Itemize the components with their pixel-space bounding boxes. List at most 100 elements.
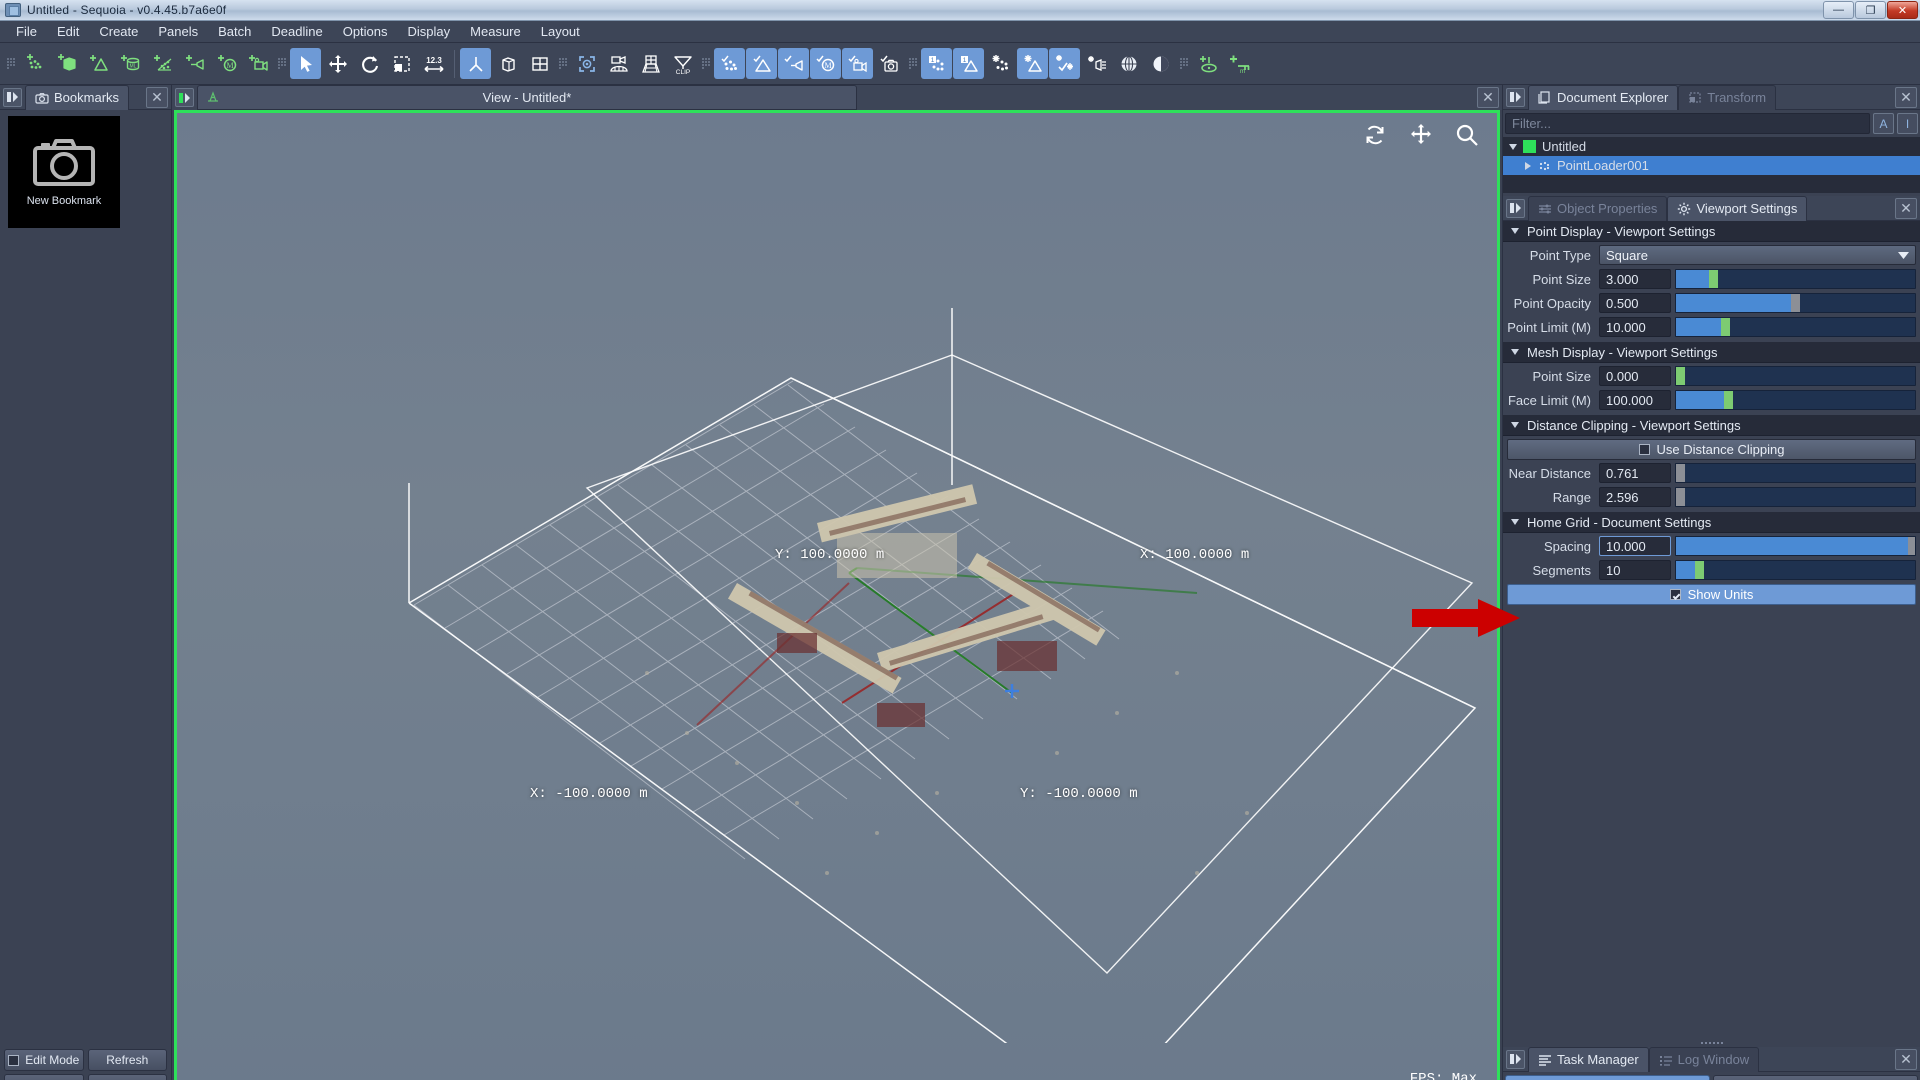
menu-item-measure[interactable]: Measure <box>460 22 531 41</box>
show-units-checkbox[interactable] <box>1669 589 1681 600</box>
near-distance-input[interactable]: 0.761 <box>1599 463 1671 483</box>
display-light-icon[interactable] <box>778 48 809 79</box>
star-check-icon[interactable] <box>1049 48 1080 79</box>
close-button[interactable]: ✕ <box>1887 1 1918 19</box>
point-limit-slider[interactable] <box>1675 317 1916 337</box>
menu-item-layout[interactable]: Layout <box>531 22 590 41</box>
tab-bookmarks[interactable]: Bookmarks <box>25 84 130 110</box>
select-arrow-icon[interactable] <box>290 48 321 79</box>
segments-slider[interactable] <box>1675 560 1916 580</box>
menu-item-create[interactable]: Create <box>89 22 148 41</box>
explorer-dock-toggle-icon[interactable] <box>1506 87 1525 107</box>
tab-log-window[interactable]: Log Window <box>1648 1046 1760 1072</box>
toolbar-grip-6[interactable] <box>1180 51 1188 77</box>
dock-toggle-icon[interactable] <box>3 87 22 107</box>
clip-icon[interactable]: CLIP <box>667 48 698 79</box>
perspective-grid-icon[interactable] <box>635 48 666 79</box>
add-marker-icon[interactable] <box>1192 48 1223 79</box>
section-distance-clipping[interactable]: Distance Clipping - Viewport Settings <box>1503 415 1920 436</box>
section-mesh-display[interactable]: Mesh Display - Viewport Settings <box>1503 342 1920 363</box>
face-limit-input[interactable]: 100.000 <box>1599 390 1671 410</box>
menu-item-batch[interactable]: Batch <box>208 22 261 41</box>
point-opacity-input[interactable]: 0.500 <box>1599 293 1671 313</box>
menu-item-file[interactable]: File <box>6 22 47 41</box>
toolbar-grip-5[interactable] <box>909 51 917 77</box>
mesh-point-size-input[interactable]: 0.000 <box>1599 366 1671 386</box>
add-point-cloud-icon[interactable] <box>19 48 50 79</box>
chevron-down-icon[interactable] <box>1511 228 1519 234</box>
add-magma-icon[interactable]: M <box>211 48 242 79</box>
viewport-dock-toggle-icon[interactable] <box>175 88 194 107</box>
numeric-transform-icon[interactable]: 12.3 <box>418 48 449 79</box>
close-viewport-button[interactable]: ✕ <box>1477 87 1499 108</box>
add-camera-icon[interactable] <box>243 48 274 79</box>
display-mesh-icon[interactable] <box>746 48 777 79</box>
menu-item-deadline[interactable]: Deadline <box>261 22 332 41</box>
star-mesh-icon[interactable] <box>1017 48 1048 79</box>
chevron-down-icon[interactable] <box>1511 519 1519 525</box>
mesh-markers-icon[interactable]: 1 <box>953 48 984 79</box>
chevron-down-icon[interactable] <box>1511 349 1519 355</box>
zoom-extents-icon[interactable] <box>571 48 602 79</box>
tab-task-manager[interactable]: Task Manager <box>1528 1046 1649 1072</box>
rename-button[interactable]: Rename... <box>4 1074 84 1080</box>
range-slider[interactable] <box>1675 487 1916 507</box>
point-size-input[interactable]: 3.000 <box>1599 269 1671 289</box>
point-limit-input[interactable]: 10.000 <box>1599 317 1671 337</box>
task-dock-toggle-icon[interactable] <box>1506 1049 1525 1069</box>
close-task-manager-button[interactable]: ✕ <box>1895 1048 1917 1070</box>
globe-shading-icon[interactable] <box>1113 48 1144 79</box>
settings-dock-toggle-icon[interactable] <box>1506 198 1525 218</box>
menu-item-panels[interactable]: Panels <box>148 22 208 41</box>
toolbar-grip[interactable] <box>7 51 15 77</box>
move-icon[interactable] <box>322 48 353 79</box>
tree-item-untitled[interactable]: Untitled <box>1503 137 1920 156</box>
point-size-slider[interactable] <box>1675 269 1916 289</box>
add-particle-icon[interactable] <box>147 48 178 79</box>
edit-mode-checkbox[interactable] <box>8 1054 20 1066</box>
filter-by-name-button[interactable]: A <box>1873 113 1894 134</box>
show-units-button[interactable]: Show Units <box>1507 584 1916 605</box>
add-box-icon[interactable] <box>51 48 82 79</box>
close-document-explorer-button[interactable]: ✕ <box>1895 86 1917 108</box>
minimize-button[interactable]: — <box>1823 1 1854 19</box>
use-auto-zoom-extents-button[interactable]: Use Auto Zoom Extents <box>1505 1075 1710 1080</box>
mesh-point-size-slider[interactable] <box>1675 366 1916 386</box>
tab-viewport-settings[interactable]: Viewport Settings <box>1667 195 1808 221</box>
use-distance-clipping-button[interactable]: Use Distance Clipping <box>1507 439 1916 460</box>
display-bookmark-icon[interactable] <box>874 48 905 79</box>
tab-view-untitled[interactable]: View - Untitled* <box>197 85 857 110</box>
spacing-slider[interactable] <box>1675 536 1916 556</box>
face-limit-slider[interactable] <box>1675 390 1916 410</box>
add-mesh-icon[interactable] <box>83 48 114 79</box>
chevron-right-icon[interactable] <box>1525 161 1531 170</box>
toolbar-grip-3[interactable] <box>559 51 567 77</box>
spacing-input[interactable]: 10.000 <box>1599 536 1671 556</box>
delete-button[interactable]: Delete <box>87 1074 167 1080</box>
tab-object-properties[interactable]: Object Properties <box>1528 195 1668 221</box>
display-camera-icon[interactable] <box>842 48 873 79</box>
display-magma-icon[interactable]: M <box>810 48 841 79</box>
close-settings-panel-button[interactable]: ✕ <box>1895 197 1917 219</box>
near-distance-slider[interactable] <box>1675 463 1916 483</box>
use-auto-update-button[interactable]: Use Auto Update <box>1713 1075 1918 1080</box>
scale-icon[interactable] <box>386 48 417 79</box>
star-points-icon[interactable] <box>985 48 1016 79</box>
rotate-icon[interactable] <box>354 48 385 79</box>
close-bookmarks-panel-button[interactable]: ✕ <box>146 86 168 108</box>
add-key-icon[interactable]: m <box>1224 48 1255 79</box>
point-opacity-slider[interactable] <box>1675 293 1916 313</box>
chevron-down-icon[interactable] <box>1509 143 1517 150</box>
section-point-display[interactable]: Point Display - Viewport Settings <box>1503 221 1920 242</box>
chevron-down-icon[interactable] <box>1511 422 1519 428</box>
point-type-select[interactable]: Square <box>1599 245 1916 265</box>
camera-projector-icon[interactable] <box>603 48 634 79</box>
use-distance-clipping-checkbox[interactable] <box>1638 444 1650 455</box>
menu-item-options[interactable]: Options <box>333 22 398 41</box>
display-points-icon[interactable] <box>714 48 745 79</box>
viewport-3d[interactable]: Y: 100.0000 m X: 100.0000 m X: -100.0000… <box>174 110 1500 1080</box>
section-home-grid[interactable]: Home Grid - Document Settings <box>1503 512 1920 533</box>
panel-resize-grip[interactable] <box>1503 1039 1920 1047</box>
grid-icon[interactable] <box>524 48 555 79</box>
menu-item-edit[interactable]: Edit <box>47 22 89 41</box>
